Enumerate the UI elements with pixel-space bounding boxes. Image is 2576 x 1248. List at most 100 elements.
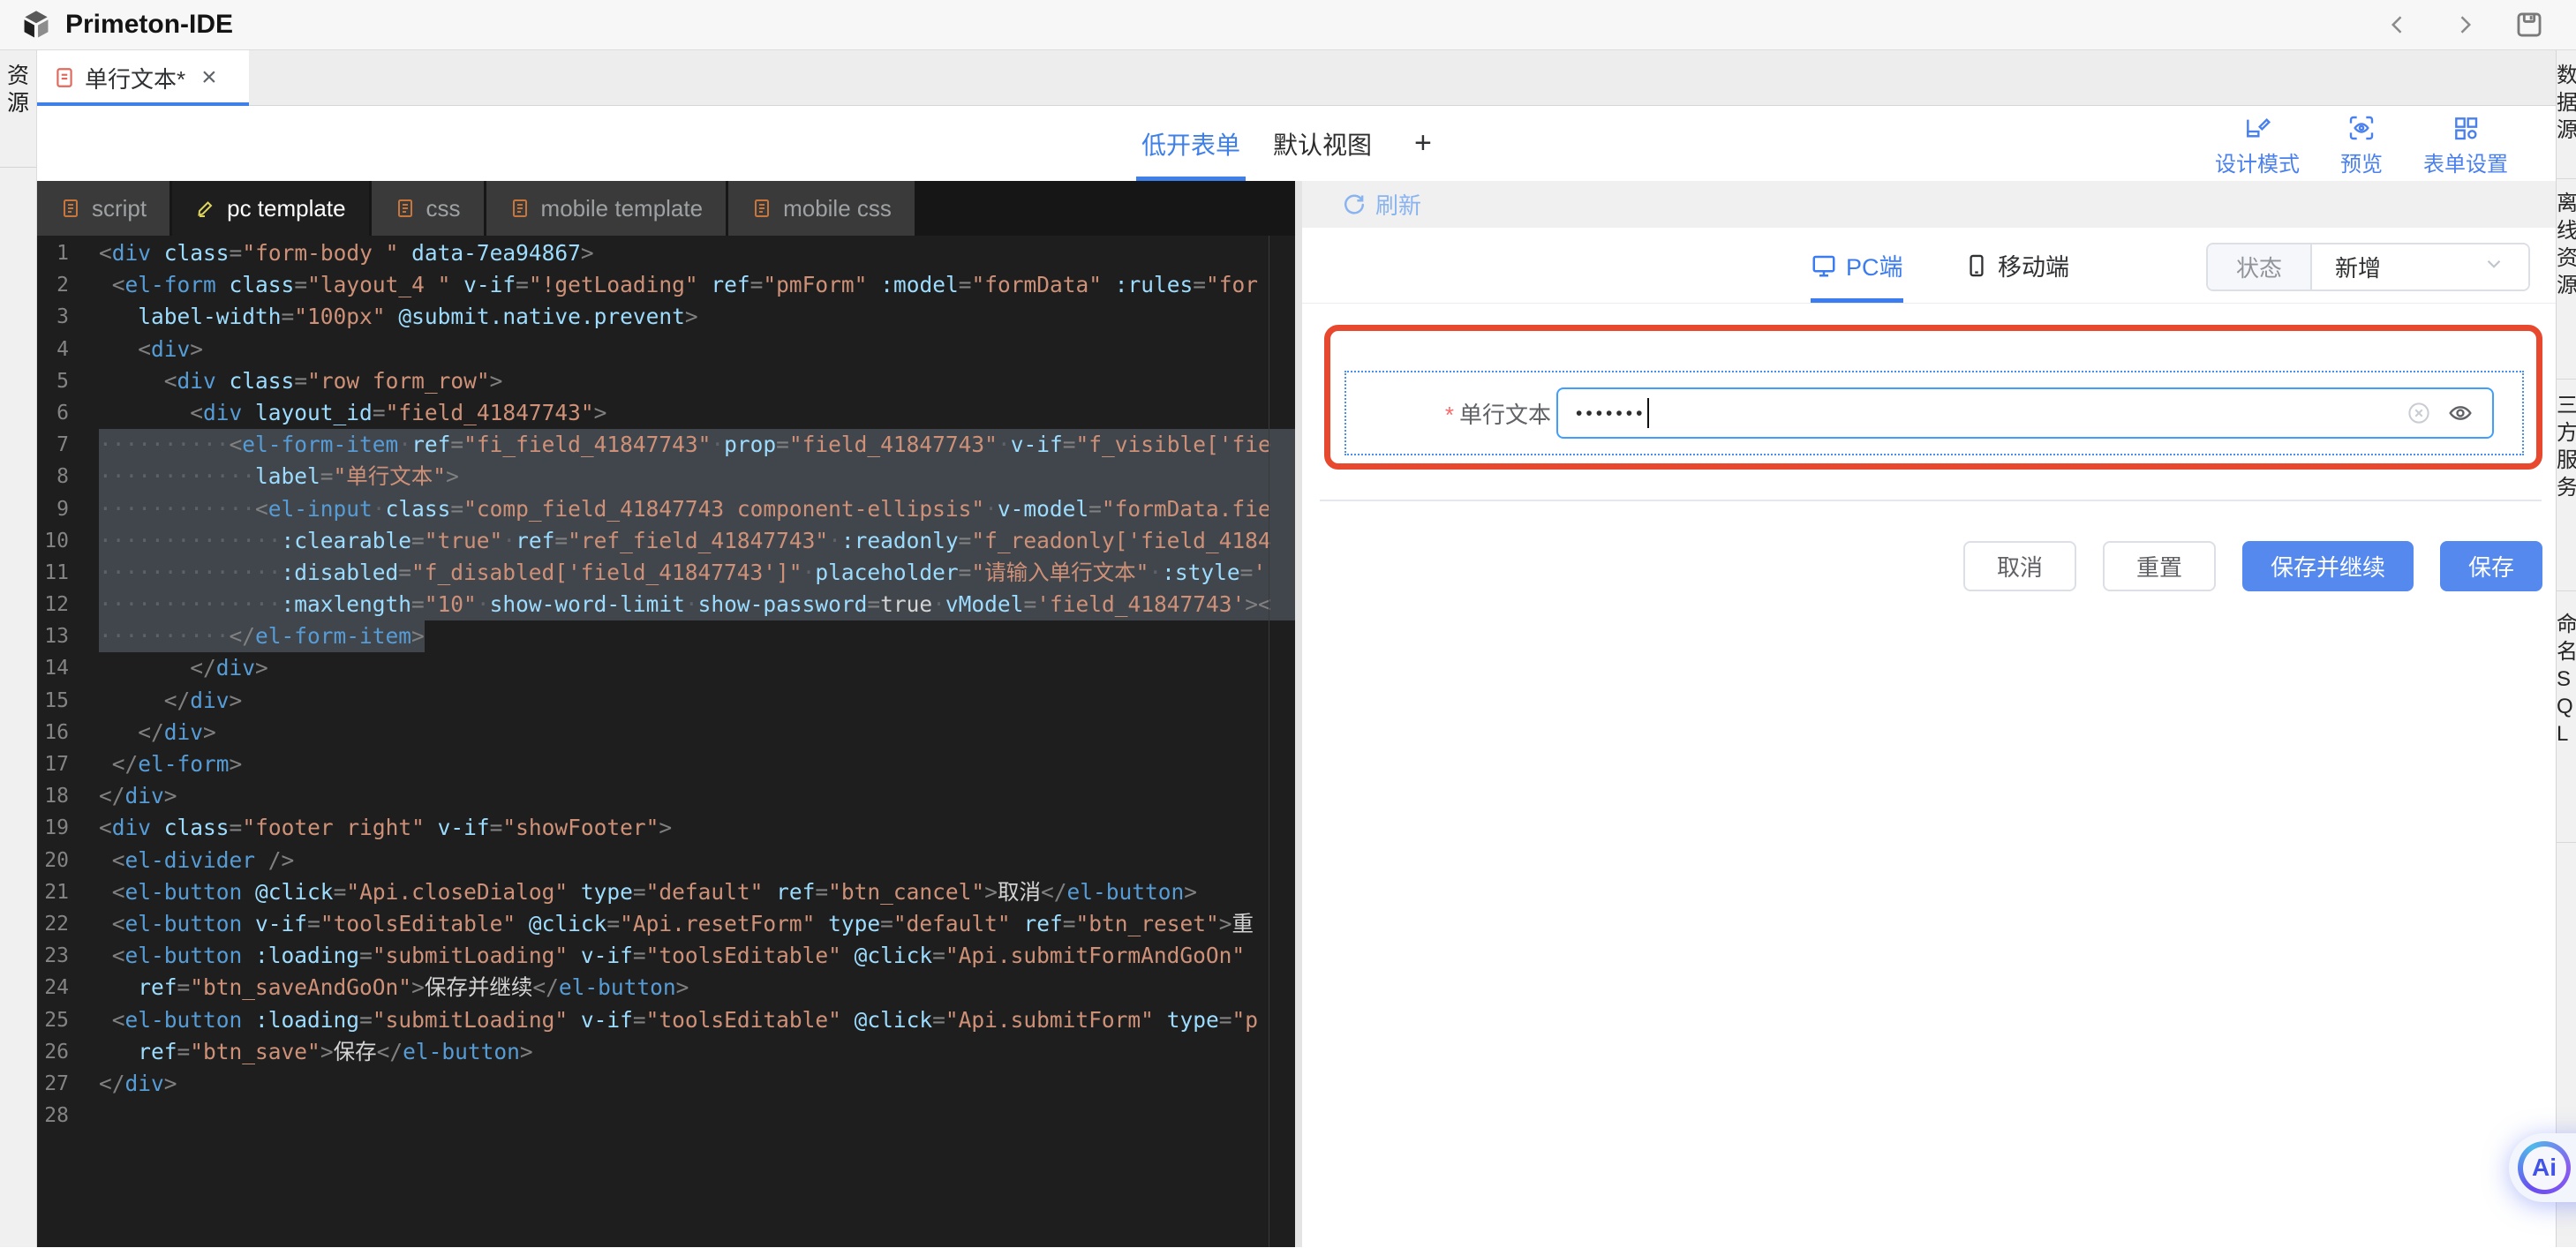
refresh-button[interactable]: 刷新 xyxy=(1302,181,2556,228)
panel-splitter[interactable] xyxy=(1295,181,1302,1247)
code-line-20[interactable]: 20 <el-divider /> xyxy=(37,845,1295,876)
reset-button[interactable]: 重置 xyxy=(2103,541,2216,591)
preview-icon xyxy=(2347,114,2376,142)
left-rail-item-1[interactable]: 资源 xyxy=(0,50,36,168)
doc-tab-label: 单行文本* xyxy=(85,62,185,94)
left-sidebar: 资源 xyxy=(0,50,37,1247)
line-number: 11 xyxy=(37,557,99,589)
right-rail-item-1[interactable]: 数据源 xyxy=(2557,50,2576,179)
code-line-25[interactable]: 25 <el-button :loading="submitLoading" v… xyxy=(37,1004,1295,1036)
code-line-24[interactable]: 24 ref="btn_saveAndGoOn">保存并继续</el-butto… xyxy=(37,972,1295,1004)
code-line-1[interactable]: 1<div class="form-body " data-7ea94867> xyxy=(37,237,1295,269)
editor-tab-pc-template[interactable]: pc template xyxy=(172,181,368,236)
line-number: 6 xyxy=(37,397,99,429)
design-mode-button[interactable]: 设计模式 xyxy=(2215,114,2300,177)
form-settings-icon xyxy=(2452,114,2480,142)
line-number: 26 xyxy=(37,1036,99,1068)
code-line-12[interactable]: 12··············:maxlength="10"·show-wor… xyxy=(37,589,1295,620)
code-line-10[interactable]: 10··············:clearable="true"·ref="r… xyxy=(37,525,1295,557)
add-view-button[interactable]: + xyxy=(1414,106,1432,181)
code-line-28[interactable]: 28 xyxy=(37,1100,1295,1131)
cancel-button[interactable]: 取消 xyxy=(1963,541,2076,591)
editor-tab-mobile-template[interactable]: mobile template xyxy=(486,181,727,236)
line-number: 3 xyxy=(37,301,99,333)
nav-back-icon[interactable] xyxy=(2384,10,2414,40)
status-select-value: 新增 xyxy=(2335,251,2381,283)
text-caret xyxy=(1647,398,1649,428)
line-number: 19 xyxy=(37,812,99,844)
line-number: 8 xyxy=(37,461,99,492)
line-number: 17 xyxy=(37,748,99,780)
app-title: Primeton-IDE xyxy=(65,10,233,40)
code-line-6[interactable]: 6 <div layout_id="field_41847743"> xyxy=(37,397,1295,429)
right-rail-item-4[interactable]: 命名SQL xyxy=(2557,591,2576,843)
code-line-2[interactable]: 2 <el-form class="layout_4 " v-if="!getL… xyxy=(37,269,1295,301)
refresh-icon xyxy=(1342,192,1367,217)
doc-tab-active[interactable]: 单行文本* × xyxy=(37,50,249,105)
code-line-22[interactable]: 22 <el-button v-if="toolsEditable" @clic… xyxy=(37,908,1295,940)
phone-icon xyxy=(1964,253,1989,278)
file-icon xyxy=(751,198,772,219)
file-icon xyxy=(509,198,531,219)
code-area[interactable]: 1<div class="form-body " data-7ea94867>2… xyxy=(37,236,1295,1131)
code-line-4[interactable]: 4 <div> xyxy=(37,334,1295,365)
editor-tab-script[interactable]: script xyxy=(37,181,169,236)
code-line-14[interactable]: 14 </div> xyxy=(37,652,1295,684)
footer-divider xyxy=(1320,500,2542,501)
right-rail-item-3[interactable]: 三方服务 xyxy=(2557,380,2576,591)
required-marker: * xyxy=(1445,402,1454,428)
code-line-19[interactable]: 19<div class="footer right" v-if="showFo… xyxy=(37,812,1295,844)
line-number: 7 xyxy=(37,429,99,461)
design-mode-icon xyxy=(2243,114,2271,142)
preview-button[interactable]: 预览 xyxy=(2340,114,2383,177)
line-number: 28 xyxy=(37,1100,99,1131)
line-number: 10 xyxy=(37,525,99,557)
editor-tab-mobile-css[interactable]: mobile css xyxy=(728,181,915,236)
line-number: 13 xyxy=(37,620,99,652)
right-rail-item-2[interactable]: 离线资源 xyxy=(2557,179,2576,380)
right-sidebar: 数据源离线资源三方服务命名SQL xyxy=(2556,50,2576,1247)
code-line-15[interactable]: 15 </div> xyxy=(37,685,1295,717)
tab-pc-view[interactable]: PC端 xyxy=(1811,228,1903,303)
save-button[interactable]: 保存 xyxy=(2440,541,2542,591)
save-icon[interactable] xyxy=(2514,10,2544,40)
code-line-9[interactable]: 9············<el-input·class="comp_field… xyxy=(37,493,1295,525)
code-line-5[interactable]: 5 <div class="row form_row"> xyxy=(37,365,1295,397)
line-number: 22 xyxy=(37,908,99,940)
nav-forward-icon[interactable] xyxy=(2449,10,2479,40)
code-line-21[interactable]: 21 <el-button @click="Api.closeDialog" t… xyxy=(37,876,1295,908)
toggle-password-eye-icon[interactable] xyxy=(2446,399,2474,427)
editor-tab-css[interactable]: css xyxy=(372,181,484,236)
tab-lowcode-form[interactable]: 低开表单 xyxy=(1141,106,1240,181)
selected-form-item[interactable]: *单行文本 ••••••• xyxy=(1344,371,2524,455)
chevron-down-icon xyxy=(2482,252,2505,282)
clear-input-icon[interactable] xyxy=(2406,400,2432,426)
code-line-13[interactable]: 13··········</el-form-item> xyxy=(37,620,1295,652)
code-line-27[interactable]: 27</div> xyxy=(37,1068,1295,1100)
tab-mobile-view[interactable]: 移动端 xyxy=(1964,228,2069,303)
annotation-highlight-box: *单行文本 ••••••• xyxy=(1324,325,2542,470)
tab-default-view[interactable]: 默认视图 xyxy=(1273,106,1372,181)
code-line-17[interactable]: 17 </el-form> xyxy=(37,748,1295,780)
single-line-text-input[interactable]: ••••••• xyxy=(1556,387,2494,439)
line-number: 2 xyxy=(37,269,99,301)
file-icon xyxy=(395,198,416,219)
line-number: 27 xyxy=(37,1068,99,1100)
line-number: 18 xyxy=(37,780,99,812)
code-line-11[interactable]: 11··············:disabled="f_disabled['f… xyxy=(37,557,1295,589)
ai-assistant-button[interactable]: Ai xyxy=(2509,1133,2576,1202)
code-line-3[interactable]: 3 label-width="100px" @submit.native.pre… xyxy=(37,301,1295,333)
code-line-18[interactable]: 18</div> xyxy=(37,780,1295,812)
code-editor[interactable]: script pc template css mobile template xyxy=(37,181,1295,1247)
code-line-8[interactable]: 8············label="单行文本"> xyxy=(37,461,1295,492)
code-line-16[interactable]: 16 </div> xyxy=(37,717,1295,748)
code-line-23[interactable]: 23 <el-button :loading="submitLoading" v… xyxy=(37,940,1295,972)
pencil-icon xyxy=(195,198,216,219)
line-number: 9 xyxy=(37,493,99,525)
form-settings-button[interactable]: 表单设置 xyxy=(2423,114,2508,177)
save-and-continue-button[interactable]: 保存并继续 xyxy=(2242,541,2414,591)
code-line-7[interactable]: 7··········<el-form-item·ref="fi_field_4… xyxy=(37,429,1295,461)
close-tab-icon[interactable]: × xyxy=(201,64,217,91)
code-line-26[interactable]: 26 ref="btn_save">保存</el-button> xyxy=(37,1036,1295,1068)
status-select[interactable]: 状态 新增 xyxy=(2206,243,2530,291)
